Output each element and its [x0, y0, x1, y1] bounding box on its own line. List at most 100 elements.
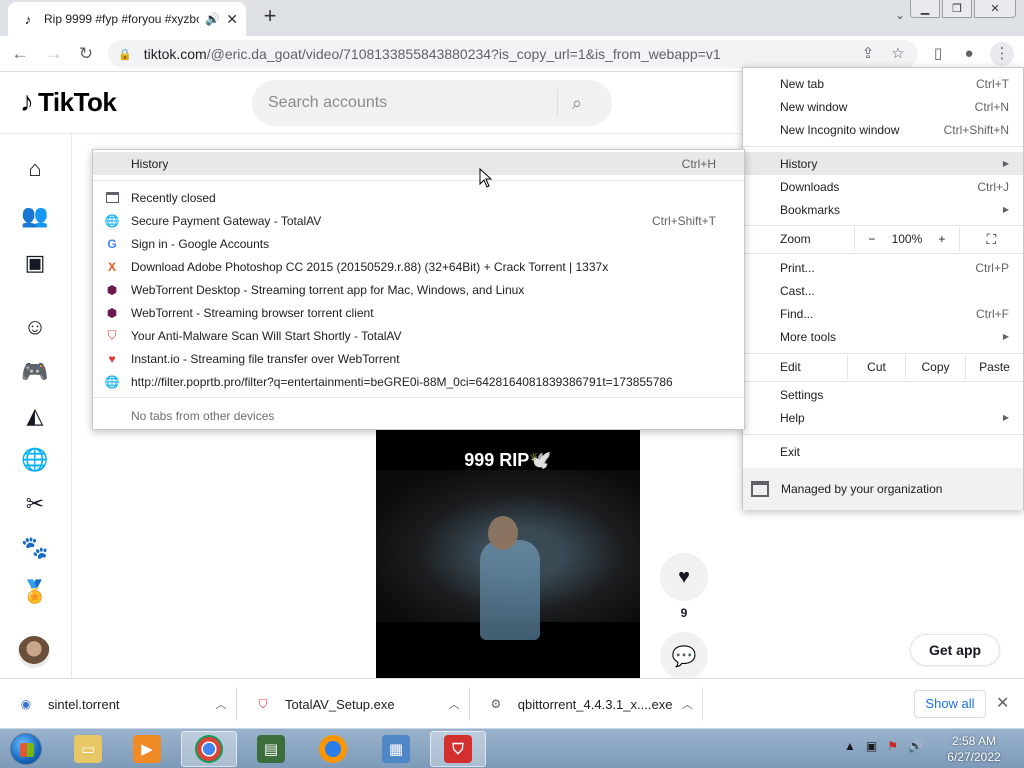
- browser-tab[interactable]: ♪ Rip 9999 #fyp #foryou #xyzbca 🔊 ✕: [8, 2, 246, 36]
- food-icon[interactable]: ◭: [20, 401, 50, 431]
- following-icon[interactable]: 👥: [20, 201, 50, 231]
- medal-icon[interactable]: 🏅: [20, 577, 50, 607]
- history-entry[interactable]: 🌐 Secure Payment Gateway - TotalAV Ctrl+…: [93, 209, 744, 232]
- menu-new-window[interactable]: New window Ctrl+N: [743, 95, 1023, 118]
- menu-new-tab[interactable]: New tab Ctrl+T: [743, 72, 1023, 95]
- history-entry[interactable]: X Download Adobe Photoshop CC 2015 (2015…: [93, 255, 744, 278]
- download-name: qbittorrent_4.4.3.1_x....exe: [517, 696, 673, 712]
- copy-button[interactable]: Copy: [905, 355, 965, 379]
- reload-button[interactable]: ↻: [74, 42, 98, 66]
- firefox-icon: [319, 735, 347, 763]
- start-button[interactable]: [4, 730, 48, 768]
- zoom-level: 100%: [891, 232, 923, 246]
- menu-print[interactable]: Print... Ctrl+P: [743, 256, 1023, 279]
- home-icon[interactable]: ⌂: [20, 154, 50, 184]
- cut-button[interactable]: Cut: [847, 355, 905, 379]
- close-downloads-icon[interactable]: ✕: [996, 693, 1009, 713]
- tab-search-chevron-icon[interactable]: ⌄: [895, 8, 905, 22]
- new-tab-button[interactable]: +: [258, 5, 282, 29]
- close-tab-icon[interactable]: ✕: [226, 11, 238, 28]
- show-all-button[interactable]: Show all: [914, 690, 986, 718]
- get-app-button[interactable]: Get app: [910, 634, 1000, 666]
- video-figure-head: [488, 516, 518, 550]
- gaming-icon[interactable]: 🎮: [20, 357, 50, 387]
- action-center-flag-icon[interactable]: ⚑: [887, 739, 898, 753]
- managed-by-org[interactable]: Managed by your organization: [743, 468, 1023, 510]
- tray-expand-icon[interactable]: ▲: [844, 739, 856, 753]
- menu-more-tools[interactable]: More tools ▶: [743, 325, 1023, 348]
- forward-button[interactable]: →: [42, 42, 66, 66]
- history-item[interactable]: History Ctrl+H: [93, 152, 744, 175]
- bookmark-star-icon[interactable]: ☆: [886, 42, 910, 66]
- animals-icon[interactable]: 🐾: [20, 533, 50, 563]
- menu-new-incognito[interactable]: New Incognito window Ctrl+Shift+N: [743, 118, 1023, 141]
- history-entry[interactable]: ♥ Instant.io - Streaming file transfer o…: [93, 347, 744, 370]
- back-button[interactable]: ←: [8, 42, 32, 66]
- menu-help[interactable]: Help ▶: [743, 406, 1023, 429]
- download-item[interactable]: ⛉ TotalAV_Setup.exe ︿: [237, 687, 470, 721]
- avatar[interactable]: [18, 636, 50, 668]
- menu-label: Cast...: [780, 283, 815, 298]
- chevron-up-icon[interactable]: ︿: [672, 696, 702, 712]
- live-icon[interactable]: ▣: [20, 248, 50, 278]
- chrome-menu-button[interactable]: ⋮: [990, 42, 1014, 66]
- network-icon[interactable]: ▣: [866, 739, 877, 753]
- minimize-button[interactable]: ▁: [910, 0, 940, 18]
- chevron-up-icon[interactable]: ︿: [439, 696, 469, 712]
- totalav-shield-icon: ⛉: [258, 696, 268, 711]
- chevron-up-icon[interactable]: ︿: [206, 696, 236, 712]
- taskbar-media-player[interactable]: ▶: [119, 731, 175, 767]
- profile-icon[interactable]: ●: [957, 42, 981, 66]
- volume-icon[interactable]: 🔊: [908, 739, 923, 753]
- address-bar[interactable]: 🔒 tiktok.com/@eric.da_goat/video/7108133…: [108, 40, 918, 68]
- history-entry[interactable]: ⛉ Your Anti-Malware Scan Will Start Shor…: [93, 324, 744, 347]
- menu-separator: [743, 253, 1023, 254]
- menu-shortcut: Ctrl+Shift+N: [943, 122, 1009, 137]
- taskbar-clock[interactable]: 2:58 AM 6/27/2022: [936, 733, 1012, 765]
- video-player[interactable]: 999 RIP🕊️: [376, 430, 640, 678]
- x-icon: X: [107, 259, 116, 274]
- window-close-button[interactable]: ✕: [974, 0, 1016, 18]
- fullscreen-icon[interactable]: ⛶: [960, 231, 1023, 248]
- taskbar-control-panel[interactable]: ▦: [368, 731, 424, 767]
- search-accounts-input[interactable]: Search accounts ⌕: [252, 80, 612, 126]
- edit-label: Edit: [780, 360, 801, 374]
- tiktok-logo[interactable]: ♪ TikTok: [20, 86, 117, 118]
- like-button[interactable]: ♥: [660, 553, 708, 601]
- comment-button[interactable]: 💬: [660, 632, 708, 680]
- sports-icon[interactable]: 🌐: [20, 445, 50, 475]
- audio-playing-icon[interactable]: 🔊: [205, 12, 220, 26]
- history-entry[interactable]: ⬢ WebTorrent - Streaming browser torrent…: [93, 301, 744, 324]
- restore-button[interactable]: ❐: [942, 0, 972, 18]
- beauty-icon[interactable]: ✂: [20, 489, 50, 519]
- share-icon[interactable]: ⇪: [856, 42, 880, 66]
- taskbar-explorer[interactable]: ▭: [60, 731, 116, 767]
- menu-downloads[interactable]: Downloads Ctrl+J: [743, 175, 1023, 198]
- menu-find[interactable]: Find... Ctrl+F: [743, 302, 1023, 325]
- paste-button[interactable]: Paste: [965, 355, 1023, 379]
- zoom-controls: − 100% +: [853, 227, 960, 251]
- side-panel-icon[interactable]: ▯: [926, 42, 950, 66]
- menu-cast[interactable]: Cast...: [743, 279, 1023, 302]
- menu-settings[interactable]: Settings: [743, 383, 1023, 406]
- taskbar-task-manager[interactable]: ▤: [243, 731, 299, 767]
- comedy-icon[interactable]: ☺: [20, 312, 50, 342]
- history-entry[interactable]: ⬢ WebTorrent Desktop - Streaming torrent…: [93, 278, 744, 301]
- url-text: tiktok.com/@eric.da_goat/video/710813385…: [144, 46, 721, 62]
- menu-label: Settings: [780, 387, 824, 402]
- history-label: History: [131, 156, 169, 171]
- menu-exit[interactable]: Exit: [743, 440, 1023, 463]
- menu-history[interactable]: History ▶: [743, 152, 1023, 175]
- history-entry[interactable]: G Sign in - Google Accounts: [93, 232, 744, 255]
- download-item[interactable]: ⚙ qbittorrent_4.4.3.1_x....exe ︿: [470, 687, 703, 721]
- taskbar-totalav[interactable]: ⛉: [430, 731, 486, 767]
- lock-icon[interactable]: 🔒: [118, 48, 132, 61]
- zoom-out-button[interactable]: −: [855, 227, 889, 251]
- history-entry[interactable]: 🌐 http://filter.poprtb.pro/filter?q=ente…: [93, 370, 744, 393]
- menu-bookmarks[interactable]: Bookmarks ▶: [743, 198, 1023, 221]
- taskbar-chrome[interactable]: [181, 731, 237, 767]
- taskbar-firefox[interactable]: [305, 731, 361, 767]
- zoom-in-button[interactable]: +: [925, 227, 959, 251]
- search-icon[interactable]: ⌕: [572, 93, 596, 114]
- download-item[interactable]: ◉ sintel.torrent ︿: [0, 687, 237, 721]
